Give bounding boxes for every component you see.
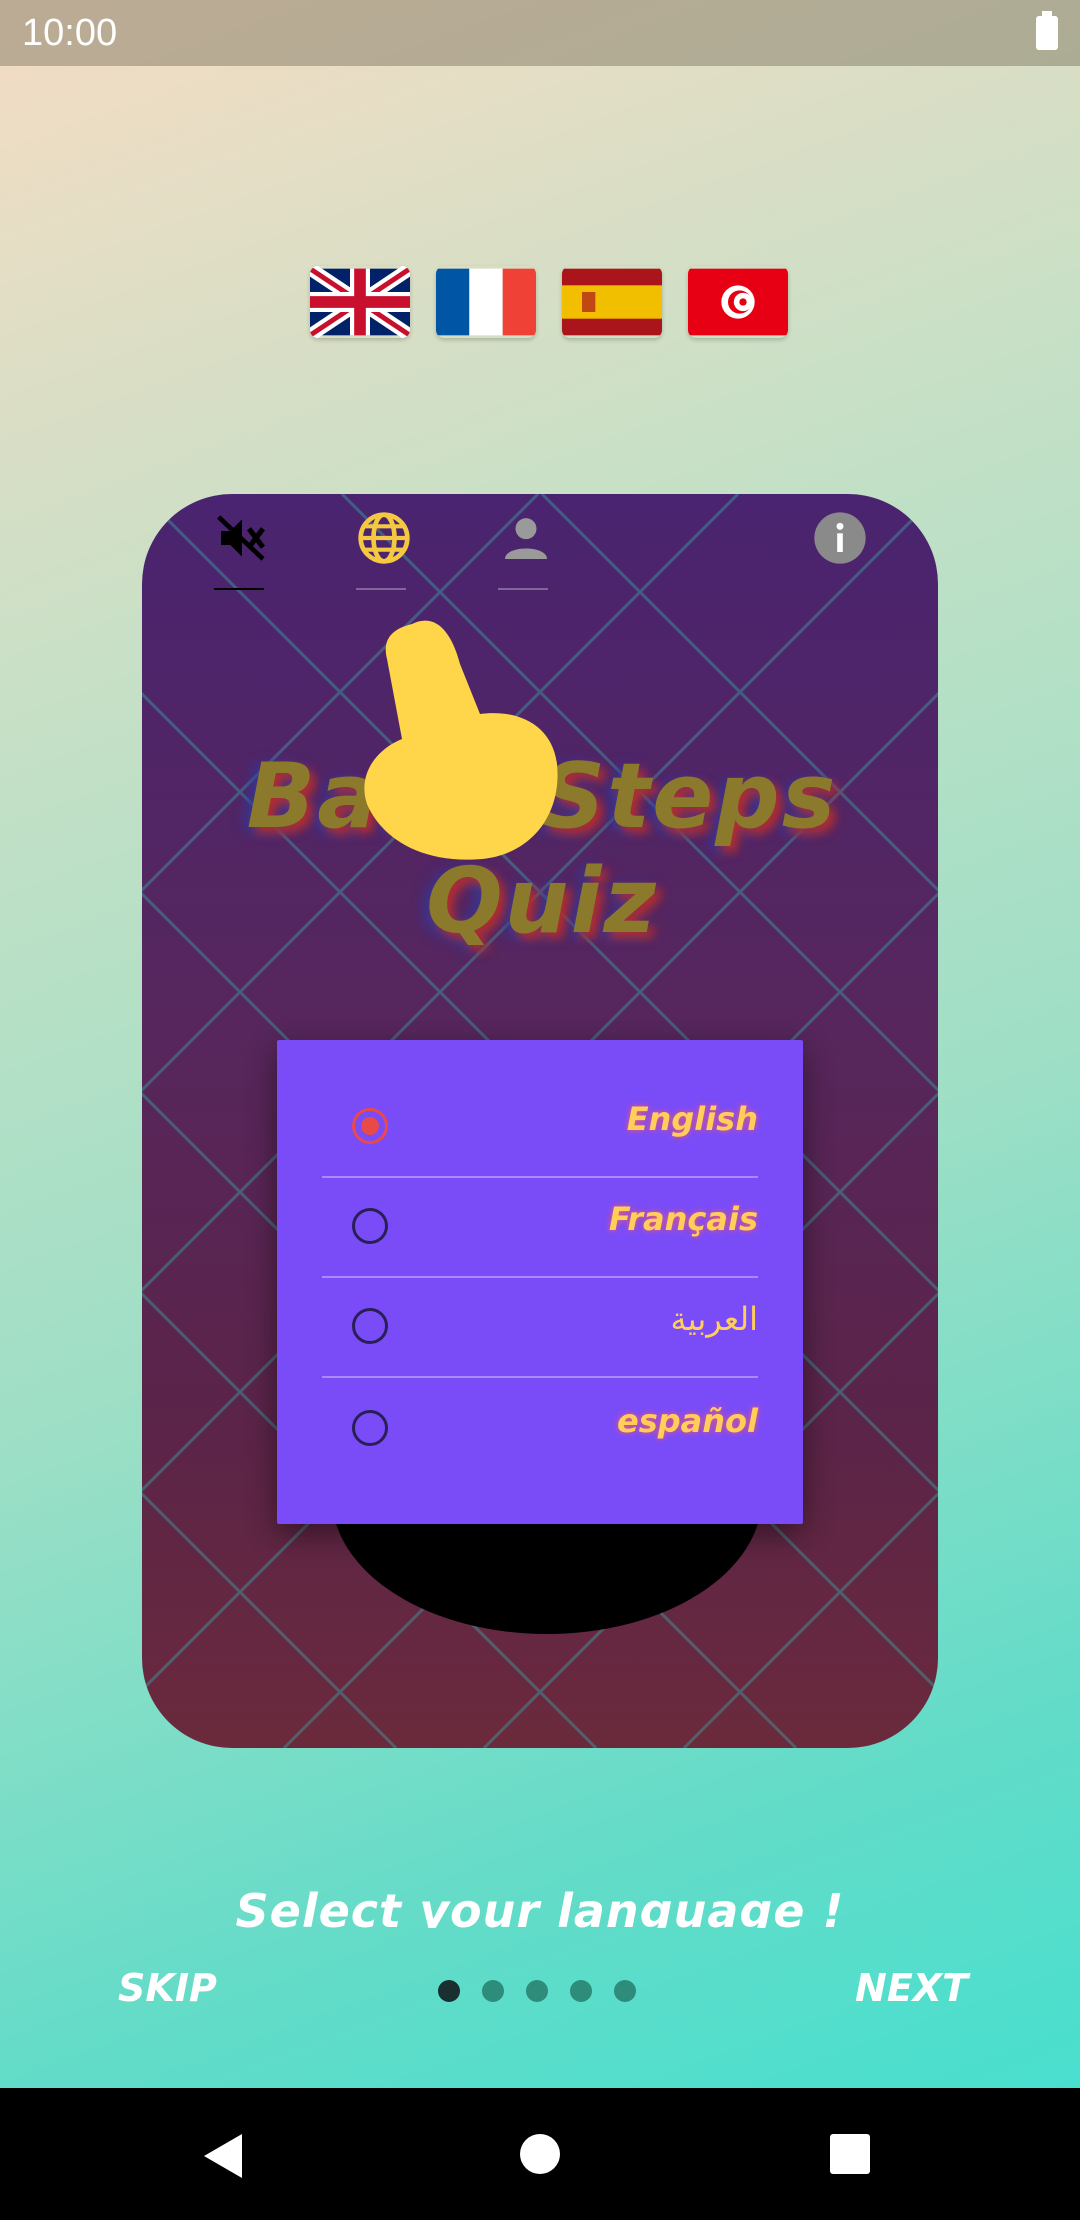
status-time: 10:00 bbox=[22, 12, 118, 54]
globe-icon[interactable] bbox=[356, 510, 412, 590]
language-flags bbox=[310, 266, 790, 346]
radio-french[interactable] bbox=[352, 1208, 388, 1244]
pointing-hand-icon bbox=[364, 620, 558, 860]
next-button[interactable]: NEXT bbox=[855, 1966, 968, 2010]
person-icon[interactable] bbox=[498, 510, 554, 590]
tunisia-flag[interactable] bbox=[688, 266, 788, 338]
language-option-english[interactable]: English bbox=[322, 1076, 758, 1176]
spain-flag[interactable] bbox=[562, 266, 662, 338]
recents-icon[interactable] bbox=[830, 2134, 870, 2174]
france-flag-icon bbox=[436, 268, 536, 336]
page-dot[interactable] bbox=[614, 1980, 636, 2002]
card-toolbar bbox=[142, 494, 938, 594]
uk-flag[interactable] bbox=[310, 266, 410, 338]
page-indicator bbox=[438, 1980, 636, 2002]
language-option-arabic[interactable]: العربية bbox=[322, 1276, 758, 1376]
tunisia-flag-icon bbox=[688, 268, 788, 336]
radio-english[interactable] bbox=[352, 1108, 388, 1144]
spain-flag-icon bbox=[562, 268, 662, 336]
language-label-arabic: العربية bbox=[670, 1300, 758, 1338]
page-dot[interactable] bbox=[438, 1980, 460, 2002]
language-label-english: English bbox=[626, 1100, 758, 1138]
info-icon[interactable] bbox=[812, 510, 868, 566]
language-label-spanish: español bbox=[617, 1402, 758, 1440]
radio-spanish[interactable] bbox=[352, 1410, 388, 1446]
radio-arabic[interactable] bbox=[352, 1308, 388, 1344]
sound-off-icon[interactable] bbox=[214, 510, 270, 590]
language-dialog: English Français العربية español bbox=[277, 1040, 803, 1524]
page-dot[interactable] bbox=[570, 1980, 592, 2002]
france-flag[interactable] bbox=[436, 266, 536, 338]
onboarding-caption: Select your language ! bbox=[235, 1884, 845, 1928]
page-dot[interactable] bbox=[526, 1980, 548, 2002]
skip-button[interactable]: SKIP bbox=[118, 1966, 217, 2010]
page-dot[interactable] bbox=[482, 1980, 504, 2002]
back-icon[interactable] bbox=[204, 2134, 242, 2178]
status-bar: 10:00 bbox=[0, 0, 1080, 66]
navigation-bar bbox=[0, 2088, 1080, 2220]
language-option-french[interactable]: Français bbox=[322, 1176, 758, 1276]
battery-full-icon bbox=[1036, 11, 1058, 50]
home-icon[interactable] bbox=[520, 2134, 560, 2174]
language-label-french: Français bbox=[608, 1200, 758, 1238]
language-option-spanish[interactable]: español bbox=[322, 1378, 758, 1478]
uk-flag-icon bbox=[310, 266, 410, 338]
quiz-card: Baby Steps Quiz English Français العربية… bbox=[142, 494, 938, 1748]
